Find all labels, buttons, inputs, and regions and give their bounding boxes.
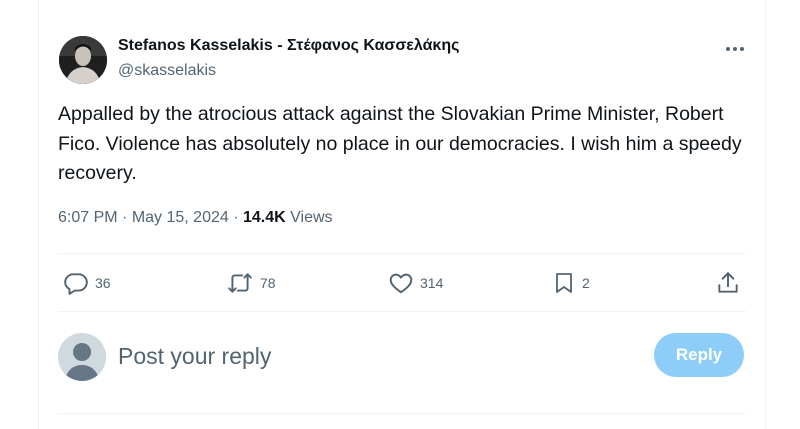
reply-button[interactable]: Reply [654,333,744,377]
bookmark-count: 2 [582,275,590,291]
tweet-time[interactable]: 6:07 PM [58,209,118,226]
divider [58,311,746,312]
bookmark-icon [552,270,576,296]
reply-count: 36 [95,275,111,291]
bookmark-action-button[interactable]: 2 [552,268,590,298]
current-user-avatar [58,333,106,381]
author-name[interactable]: Stefanos Kasselakis - Στέφανος Κασσελάκη… [118,37,459,55]
tweet-meta: 6:07 PM · May 15, 2024 · 14.4K Views [58,209,333,227]
like-count: 314 [420,275,444,291]
share-icon [715,270,741,296]
divider [58,413,746,414]
tweet-text: Appalled by the atrocious attack against… [58,103,742,184]
divider [58,253,746,254]
repost-count: 78 [260,275,276,291]
views-label: Views [285,209,333,226]
meta-separator: · [117,209,132,226]
more-options-button[interactable] [722,36,748,60]
repost-icon [226,270,254,296]
more-icon [725,39,745,57]
reply-action-button[interactable]: 36 [63,268,111,298]
repost-action-button[interactable]: 78 [226,268,276,298]
tweet-date[interactable]: May 15, 2024 [132,209,229,226]
meta-separator: · [228,209,243,226]
reply-icon [63,270,89,296]
reply-input[interactable] [118,336,618,376]
like-icon [388,270,414,296]
views-count: 14.4K [242,209,286,226]
share-action-button[interactable] [715,268,741,298]
author-avatar[interactable] [59,36,107,84]
author-handle[interactable]: @skasselakis [118,62,216,80]
like-action-button[interactable]: 314 [388,268,443,298]
